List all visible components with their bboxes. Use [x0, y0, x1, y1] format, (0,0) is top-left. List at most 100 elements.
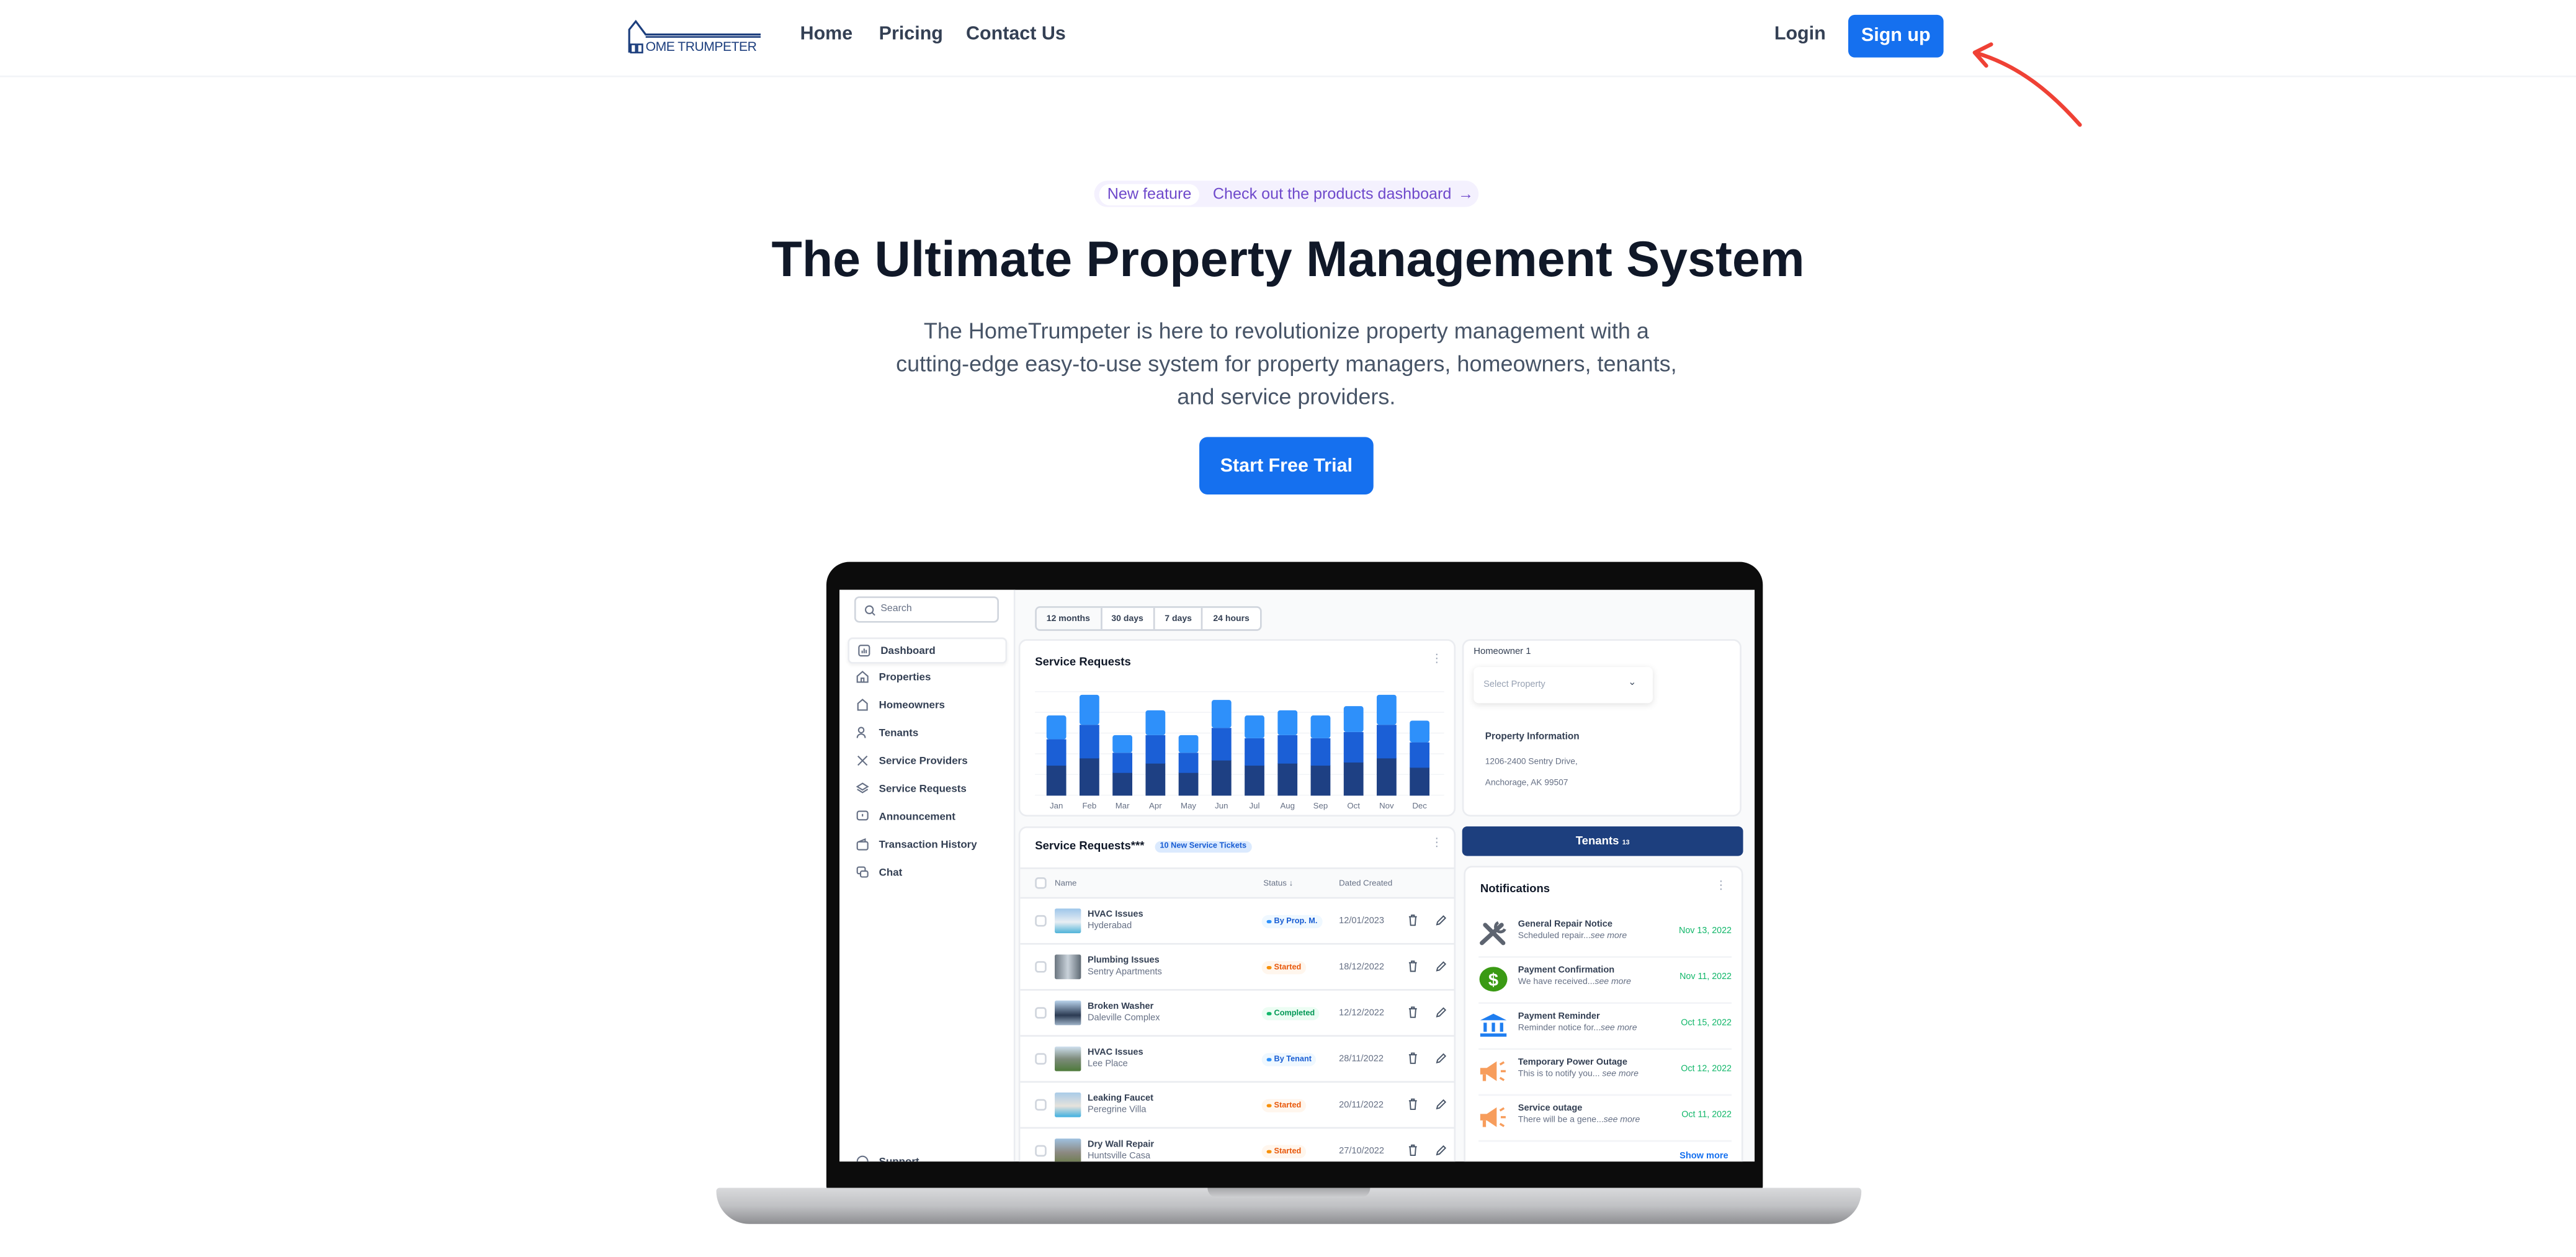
row-checkbox[interactable]	[1035, 961, 1047, 973]
tab-24-hours[interactable]: 24 hours	[1203, 608, 1259, 629]
trash-icon[interactable]	[1407, 1098, 1420, 1111]
nav-contact-us[interactable]: Contact Us	[966, 25, 1066, 45]
notification-item[interactable]: Temporary Power Outage This is to notify …	[1478, 1050, 1732, 1096]
bar-jun-segment-3[interactable]	[1211, 700, 1232, 728]
trash-icon[interactable]	[1407, 1052, 1420, 1065]
bar-dec-segment-2[interactable]	[1410, 742, 1430, 768]
bar-aug-segment-2[interactable]	[1277, 735, 1298, 764]
bar-jun-segment-2[interactable]	[1211, 728, 1232, 761]
pencil-icon[interactable]	[1434, 1143, 1447, 1156]
row-checkbox[interactable]	[1035, 1099, 1047, 1111]
col-name[interactable]: Name	[1055, 879, 1076, 889]
login-link[interactable]: Login	[1774, 25, 1826, 45]
bar-apr-segment-1[interactable]	[1145, 763, 1166, 796]
select-all-checkbox[interactable]	[1035, 877, 1047, 889]
pencil-icon[interactable]	[1434, 959, 1447, 972]
bar-oct-segment-1[interactable]	[1343, 762, 1364, 796]
sidebar-item-service-requests[interactable]: Service Requests	[847, 776, 1007, 802]
bar-sep-segment-3[interactable]	[1310, 715, 1331, 738]
show-more-link[interactable]: Show more	[1679, 1152, 1729, 1161]
see-more-link[interactable]: see more	[1591, 931, 1627, 941]
tenants-button[interactable]: Tenants 13	[1462, 826, 1743, 856]
sidebar-item-announcement[interactable]: Announcement	[847, 803, 1007, 830]
trash-icon[interactable]	[1407, 913, 1420, 926]
see-more-link[interactable]: see more	[1604, 1116, 1640, 1125]
pencil-icon[interactable]	[1434, 1052, 1447, 1065]
signup-button[interactable]: Sign up	[1848, 14, 1944, 58]
bar-may-segment-1[interactable]	[1178, 772, 1199, 796]
bar-dec-segment-1[interactable]	[1410, 767, 1430, 796]
sidebar-item-dashboard[interactable]: Dashboard	[847, 637, 1008, 664]
pencil-icon[interactable]	[1434, 1098, 1447, 1111]
col-date[interactable]: Dated Created	[1339, 879, 1392, 889]
bar-dec-segment-3[interactable]	[1410, 720, 1430, 743]
logo[interactable]: OME TRUMPETER	[628, 19, 763, 56]
bar-jun-segment-1[interactable]	[1211, 759, 1232, 796]
bar-mar-segment-1[interactable]	[1112, 772, 1133, 796]
row-checkbox[interactable]	[1035, 1007, 1047, 1019]
see-more-link[interactable]: see more	[1594, 978, 1631, 988]
notification-item[interactable]: General Repair Notice Scheduled repair...…	[1478, 912, 1732, 958]
bar-apr-segment-3[interactable]	[1145, 710, 1166, 735]
see-more-link[interactable]: see more	[1601, 1024, 1637, 1034]
new-feature-badge[interactable]: New feature Check out the products dashb…	[1094, 181, 1479, 207]
bar-sep-segment-1[interactable]	[1310, 765, 1331, 796]
pencil-icon[interactable]	[1434, 1006, 1447, 1019]
select-property-dropdown[interactable]: Select Property ⌄	[1474, 667, 1653, 704]
sidebar-item-support[interactable]: Support	[847, 1148, 1007, 1162]
trash-icon[interactable]	[1407, 1143, 1420, 1156]
table-row[interactable]: Broken Washer Daleville Complex Completed 1…	[1020, 989, 1454, 1035]
bar-aug-segment-1[interactable]	[1277, 763, 1298, 796]
col-status[interactable]: Status ↓	[1263, 879, 1293, 889]
bar-nov-segment-2[interactable]	[1377, 725, 1397, 759]
row-checkbox[interactable]	[1035, 1053, 1047, 1065]
table-row[interactable]: Plumbing Issues Sentry Apartments Started 1…	[1020, 942, 1454, 989]
kebab-menu-icon[interactable]: ⋮	[1715, 880, 1727, 892]
bar-nov-segment-1[interactable]	[1377, 758, 1397, 796]
row-checkbox[interactable]	[1035, 915, 1047, 927]
bar-oct-segment-2[interactable]	[1343, 731, 1364, 763]
notification-item[interactable]: $ Payment Confirmation We have received...…	[1478, 958, 1732, 1004]
sidebar-item-chat[interactable]: Chat	[847, 859, 1007, 885]
nav-pricing[interactable]: Pricing	[879, 25, 943, 45]
nav-home[interactable]: Home	[800, 25, 853, 45]
bar-oct-segment-3[interactable]	[1343, 706, 1364, 732]
sidebar-item-service-providers[interactable]: Service Providers	[847, 748, 1007, 774]
bar-may-segment-2[interactable]	[1178, 753, 1199, 773]
trash-icon[interactable]	[1407, 959, 1420, 972]
bar-mar-segment-3[interactable]	[1112, 735, 1133, 753]
tab-30-days[interactable]: 30 days	[1101, 607, 1155, 630]
table-row[interactable]: Leaking Faucet Peregrine Villa Started 20/1…	[1020, 1081, 1454, 1127]
bar-may-segment-3[interactable]	[1178, 735, 1199, 753]
bar-aug-segment-3[interactable]	[1277, 710, 1298, 735]
table-row[interactable]: Dry Wall Repair Huntsville Casa Started 27/…	[1020, 1127, 1454, 1162]
bar-jan-segment-2[interactable]	[1046, 739, 1067, 766]
tab-7-days[interactable]: 7 days	[1155, 607, 1204, 630]
start-free-trial-button[interactable]: Start Free Trial	[1199, 437, 1374, 495]
pencil-icon[interactable]	[1434, 913, 1447, 926]
table-row[interactable]: HVAC Issues Hyderabad By Prop. M. 12/01/202…	[1020, 897, 1454, 943]
row-checkbox[interactable]	[1035, 1145, 1047, 1157]
bar-mar-segment-2[interactable]	[1112, 753, 1133, 773]
notification-item[interactable]: Payment Reminder Reminder notice for...se…	[1478, 1004, 1732, 1050]
bar-jan-segment-3[interactable]	[1046, 715, 1067, 740]
sidebar-item-transaction-history[interactable]: Transaction History	[847, 831, 1007, 857]
bar-jul-segment-2[interactable]	[1245, 738, 1264, 766]
bar-feb-segment-1[interactable]	[1080, 758, 1099, 796]
trash-icon[interactable]	[1407, 1006, 1420, 1019]
kebab-menu-icon[interactable]: ⋮	[1431, 838, 1442, 849]
notification-item[interactable]: Service outage There will be a gene...see…	[1478, 1096, 1732, 1142]
bar-jan-segment-1[interactable]	[1046, 765, 1067, 796]
see-more-link[interactable]: see more	[1602, 1070, 1639, 1080]
bar-feb-segment-2[interactable]	[1080, 725, 1099, 759]
bar-jul-segment-1[interactable]	[1245, 765, 1264, 796]
bar-sep-segment-2[interactable]	[1310, 738, 1331, 766]
sidebar-item-tenants[interactable]: Tenants	[847, 720, 1007, 746]
bar-apr-segment-2[interactable]	[1145, 735, 1166, 764]
tab-12-months[interactable]: 12 months	[1036, 607, 1102, 630]
sidebar-item-homeowners[interactable]: Homeowners	[847, 692, 1007, 718]
bar-feb-segment-3[interactable]	[1080, 694, 1099, 725]
table-row[interactable]: HVAC Issues Lee Place By Tenant 28/11/2022	[1020, 1035, 1454, 1081]
sidebar-item-properties[interactable]: Properties	[847, 664, 1007, 690]
bar-jul-segment-3[interactable]	[1245, 715, 1264, 738]
